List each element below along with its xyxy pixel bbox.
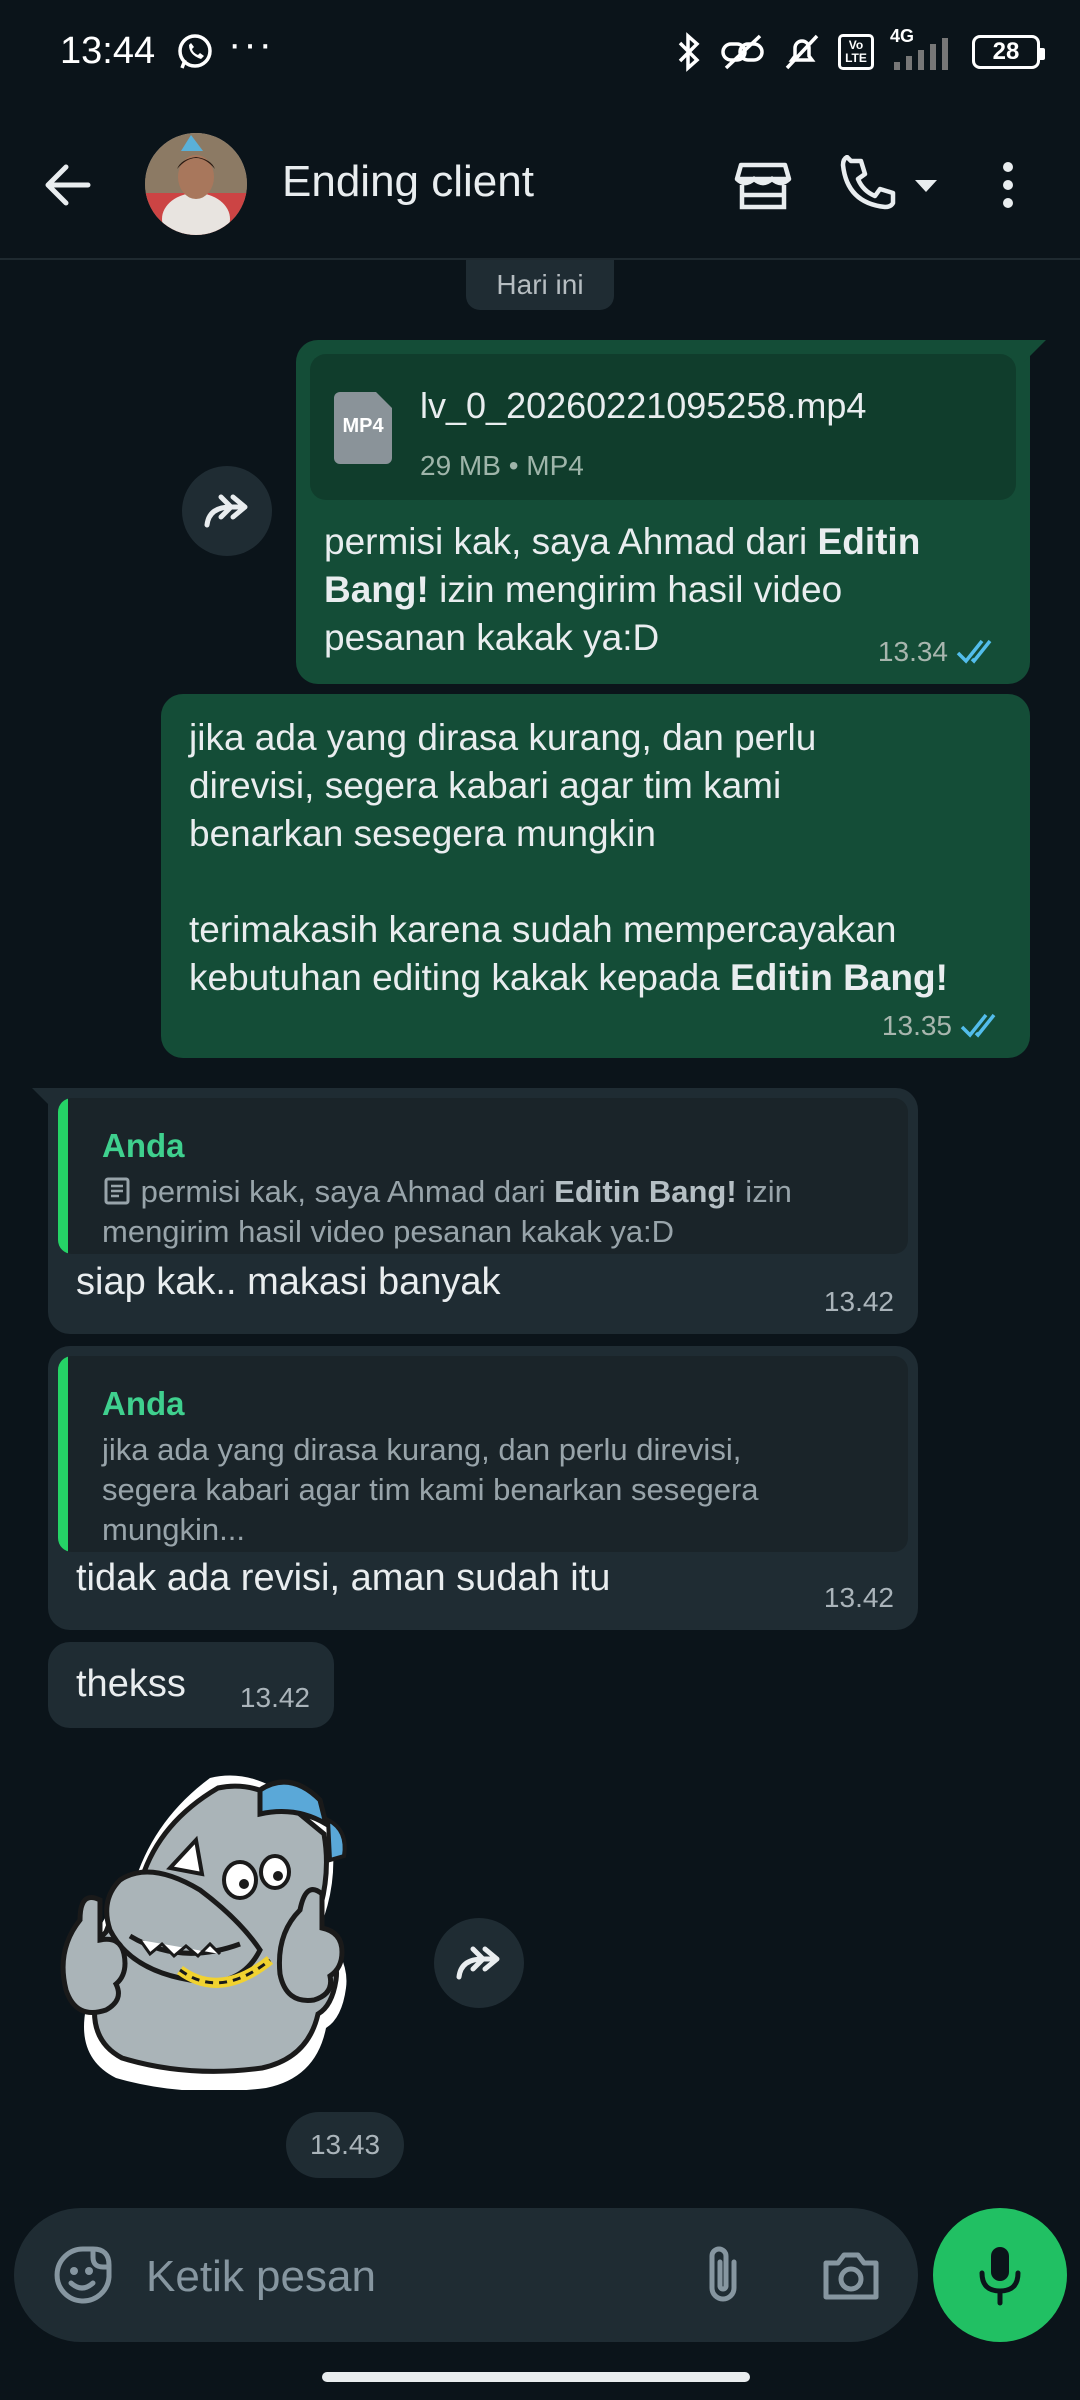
message-input[interactable]: Ketik pesan	[146, 2252, 376, 2302]
sticker-smiley-icon	[54, 2246, 112, 2304]
quoted-message[interactable]: Anda jika ada yang dirasa kurang, dan pe…	[58, 1356, 908, 1552]
time-text: 13.42	[823, 1286, 894, 1317]
battery-indicator: 28	[972, 35, 1045, 69]
rhino-sticker-image	[60, 1775, 347, 2092]
message-text: siap kak.. makasi banyak	[76, 1261, 501, 1303]
caption-part: permisi kak, saya Ahmad dari	[324, 521, 818, 562]
quote-text: permisi kak, saya Ahmad dari Editin Bang…	[102, 1172, 878, 1252]
message-bubble-outgoing[interactable]: jika ada yang dirasa kurang, dan perlu d…	[161, 694, 1030, 1058]
sticker-timestamp: 13.43	[286, 2112, 404, 2178]
message-timestamp: 13.42	[824, 1574, 894, 1622]
message-bubble-incoming[interactable]: Anda jika ada yang dirasa kurang, dan pe…	[48, 1346, 918, 1630]
text-bold: Editin Bang!	[730, 957, 948, 998]
contact-avatar[interactable]	[145, 133, 247, 235]
forward-button[interactable]	[434, 1918, 524, 2008]
status-bar: 13:44 ··· Vo LTE 4G 28	[0, 0, 1080, 105]
shop-button[interactable]	[728, 150, 798, 220]
read-ticks-icon	[960, 1013, 996, 1038]
message-timestamp: 13.34	[878, 628, 1002, 676]
quote-line: jika ada yang dirasa kurang, dan perlu d…	[102, 1432, 742, 1467]
camera-icon	[823, 2252, 879, 2300]
message-text: tidak ada revisi, aman sudah itu	[76, 1557, 611, 1599]
message-timestamp: 13.42	[240, 1674, 310, 1722]
document-icon	[104, 1177, 130, 1205]
mp4-file-icon: MP4	[334, 392, 392, 464]
quote-text: jika ada yang dirasa kurang, dan perlu d…	[102, 1430, 878, 1550]
message-bubble-incoming[interactable]: thekss 13.42	[48, 1642, 334, 1728]
status-icons: Vo LTE 4G 28	[674, 26, 1045, 78]
text-line: benarkan sesegera mungkin	[189, 813, 656, 854]
file-name: lv_0_20260221095258.mp4	[420, 385, 867, 426]
chat-header: Ending client	[0, 105, 1080, 260]
caption-bold: Bang!	[324, 569, 429, 610]
file-attachment[interactable]: MP4 lv_0_20260221095258.mp4 29 MB • MP4	[310, 354, 1016, 500]
whatsapp-notification-icon	[175, 32, 215, 72]
voice-record-button[interactable]	[933, 2208, 1067, 2342]
message-timestamp: 13.42	[824, 1278, 894, 1326]
message-timestamp: 13.35	[882, 1002, 1006, 1050]
system-nav-bar	[0, 2352, 1080, 2400]
contact-name[interactable]: Ending client	[282, 157, 534, 207]
text-part: kebutuhan editing kakak kepada	[189, 957, 731, 998]
signal-icon: 4G	[890, 26, 956, 72]
call-button[interactable]	[834, 150, 904, 220]
quote-bold: Editin Bang!	[554, 1174, 737, 1209]
read-ticks-icon	[956, 639, 992, 664]
more-vert-icon	[1003, 162, 1013, 208]
time-text: 13.42	[823, 1582, 894, 1613]
bubble-tail	[32, 1088, 54, 1110]
caret-down-icon	[915, 180, 937, 192]
text-line: direvisi, segera kabari agar tim kami	[189, 765, 782, 806]
file-meta: 29 MB • MP4	[420, 450, 584, 481]
message-bubble-outgoing[interactable]: MP4 lv_0_20260221095258.mp4 29 MB • MP4 …	[296, 340, 1046, 684]
microphone-icon	[979, 2247, 1021, 2306]
forward-icon	[456, 1946, 500, 1980]
text-line: terimakasih karena sudah mempercayakan	[189, 909, 897, 950]
paperclip-icon	[709, 2246, 737, 2302]
call-options-dropdown[interactable]	[906, 150, 946, 220]
quoted-message[interactable]: Anda permisi kak, saya Ahmad dari Editin…	[58, 1098, 908, 1254]
sticker-emoji-button[interactable]	[44, 2236, 122, 2314]
quote-accent-bar	[58, 1098, 68, 1254]
status-time: 13:44	[60, 30, 156, 72]
time-text: 13.35	[881, 1010, 952, 1041]
date-chip: Hari ini	[466, 260, 614, 310]
bluetooth-icon	[674, 32, 704, 72]
hotspot-link-icon	[720, 32, 766, 72]
avatar-photo	[145, 133, 247, 235]
more-notifications-icon: ···	[228, 22, 274, 66]
caption-part: izin mengirim hasil video	[428, 569, 843, 610]
forward-button[interactable]	[182, 466, 272, 556]
quote-accent-bar	[58, 1356, 68, 1552]
quote-part: mengirim hasil video pesanan kakak ya:D	[102, 1214, 675, 1249]
caption-bold: Editin	[817, 521, 921, 562]
time-text: 13.42	[239, 1682, 310, 1713]
storefront-icon	[734, 162, 792, 210]
back-button[interactable]	[38, 155, 98, 215]
quote-part: izin	[736, 1174, 792, 1209]
quote-author: Anda	[102, 1385, 185, 1422]
camera-button[interactable]	[814, 2238, 888, 2312]
quote-line: segera kabari agar tim kami benarkan ses…	[102, 1472, 759, 1507]
phone-icon	[840, 155, 896, 210]
home-gesture-pill[interactable]	[322, 2372, 750, 2382]
message-composer: Ketik pesan	[14, 2208, 918, 2342]
time-text: 13.34	[877, 636, 948, 667]
attach-button[interactable]	[686, 2238, 760, 2312]
sticker-message[interactable]	[60, 1760, 405, 2092]
message-text: thekss	[76, 1663, 186, 1705]
quote-author: Anda	[102, 1127, 185, 1164]
text-line: jika ada yang dirasa kurang, dan perlu	[189, 717, 817, 758]
mute-icon	[782, 32, 822, 72]
bubble-tail	[1024, 340, 1046, 362]
message-bubble-incoming[interactable]: Anda permisi kak, saya Ahmad dari Editin…	[32, 1088, 918, 1334]
menu-button[interactable]	[983, 150, 1033, 220]
forward-icon	[204, 494, 248, 528]
quote-part: permisi kak, saya Ahmad dari	[140, 1174, 555, 1209]
message-text: jika ada yang dirasa kurang, dan perlu d…	[189, 714, 1019, 1002]
back-arrow-icon	[45, 164, 91, 206]
quote-line: mungkin...	[102, 1512, 246, 1547]
volte-icon: Vo LTE	[838, 34, 874, 70]
